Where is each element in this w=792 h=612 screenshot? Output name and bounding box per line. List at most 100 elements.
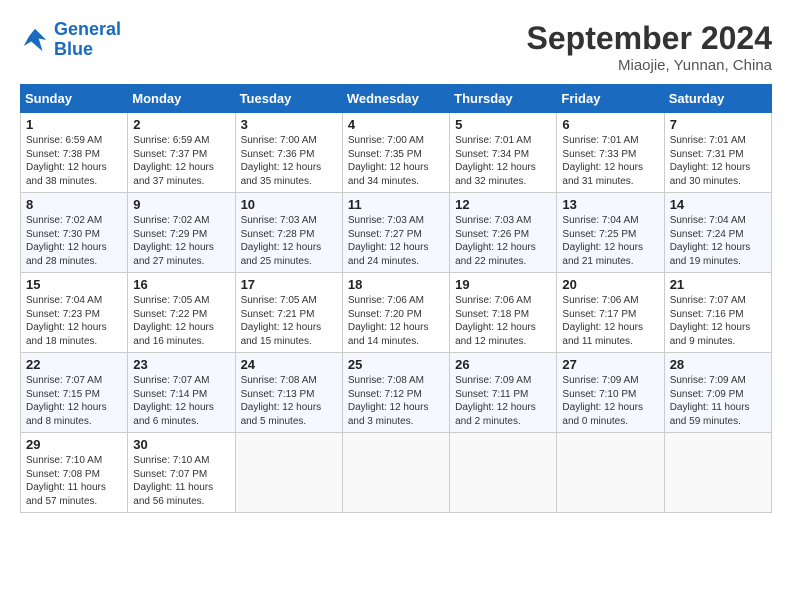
day-info: Sunrise: 7:04 AMSunset: 7:24 PMDaylight:… — [670, 214, 766, 268]
day-number: 10 — [241, 197, 337, 212]
calendar-cell: 2 Sunrise: 6:59 AMSunset: 7:37 PMDaylight… — [128, 113, 235, 193]
day-info: Sunrise: 7:06 AMSunset: 7:20 PMDaylight:… — [348, 294, 444, 348]
day-number: 8 — [26, 197, 122, 212]
location-subtitle: Miaojie, Yunnan, China — [527, 57, 772, 74]
weekday-header-monday: Monday — [128, 85, 235, 113]
day-number: 29 — [26, 437, 122, 452]
day-info: Sunrise: 7:01 AMSunset: 7:33 PMDaylight:… — [562, 134, 658, 188]
calendar-cell: 11 Sunrise: 7:03 AMSunset: 7:27 PMDayligh… — [342, 193, 449, 273]
calendar-cell — [235, 433, 342, 513]
day-info: Sunrise: 7:03 AMSunset: 7:26 PMDaylight:… — [455, 214, 551, 268]
day-number: 21 — [670, 277, 766, 292]
day-info: Sunrise: 7:03 AMSunset: 7:28 PMDaylight:… — [241, 214, 337, 268]
day-number: 30 — [133, 437, 229, 452]
calendar-cell: 18 Sunrise: 7:06 AMSunset: 7:20 PMDayligh… — [342, 273, 449, 353]
calendar-cell — [557, 433, 664, 513]
day-number: 18 — [348, 277, 444, 292]
calendar-cell — [664, 433, 771, 513]
day-info: Sunrise: 6:59 AMSunset: 7:37 PMDaylight:… — [133, 134, 229, 188]
day-info: Sunrise: 7:10 AMSunset: 7:07 PMDaylight:… — [133, 454, 229, 508]
day-number: 13 — [562, 197, 658, 212]
day-number: 4 — [348, 117, 444, 132]
day-info: Sunrise: 7:01 AMSunset: 7:34 PMDaylight:… — [455, 134, 551, 188]
calendar-cell: 14 Sunrise: 7:04 AMSunset: 7:24 PMDayligh… — [664, 193, 771, 273]
weekday-header-row: SundayMondayTuesdayWednesdayThursdayFrid… — [21, 85, 772, 113]
day-number: 1 — [26, 117, 122, 132]
day-info: Sunrise: 7:09 AMSunset: 7:11 PMDaylight:… — [455, 374, 551, 428]
calendar-cell: 4 Sunrise: 7:00 AMSunset: 7:35 PMDaylight… — [342, 113, 449, 193]
day-info: Sunrise: 7:02 AMSunset: 7:30 PMDaylight:… — [26, 214, 122, 268]
calendar-cell: 12 Sunrise: 7:03 AMSunset: 7:26 PMDayligh… — [450, 193, 557, 273]
calendar-cell: 25 Sunrise: 7:08 AMSunset: 7:12 PMDayligh… — [342, 353, 449, 433]
day-number: 11 — [348, 197, 444, 212]
calendar-cell: 21 Sunrise: 7:07 AMSunset: 7:16 PMDayligh… — [664, 273, 771, 353]
day-number: 3 — [241, 117, 337, 132]
day-info: Sunrise: 7:04 AMSunset: 7:23 PMDaylight:… — [26, 294, 122, 348]
day-number: 24 — [241, 357, 337, 372]
day-number: 28 — [670, 357, 766, 372]
day-info: Sunrise: 7:06 AMSunset: 7:18 PMDaylight:… — [455, 294, 551, 348]
day-info: Sunrise: 7:07 AMSunset: 7:16 PMDaylight:… — [670, 294, 766, 348]
day-info: Sunrise: 7:08 AMSunset: 7:12 PMDaylight:… — [348, 374, 444, 428]
calendar-cell: 8 Sunrise: 7:02 AMSunset: 7:30 PMDaylight… — [21, 193, 128, 273]
weekday-header-saturday: Saturday — [664, 85, 771, 113]
calendar-week-2: 8 Sunrise: 7:02 AMSunset: 7:30 PMDaylight… — [21, 193, 772, 273]
day-number: 6 — [562, 117, 658, 132]
calendar-cell: 29Sunrise: 7:10 AMSunset: 7:08 PMDayligh… — [21, 433, 128, 513]
calendar-cell: 9Sunrise: 7:02 AMSunset: 7:29 PMDaylight… — [128, 193, 235, 273]
day-number: 15 — [26, 277, 122, 292]
calendar-cell: 22Sunrise: 7:07 AMSunset: 7:15 PMDayligh… — [21, 353, 128, 433]
day-info: Sunrise: 7:01 AMSunset: 7:31 PMDaylight:… — [670, 134, 766, 188]
calendar-week-5: 29Sunrise: 7:10 AMSunset: 7:08 PMDayligh… — [21, 433, 772, 513]
day-info: Sunrise: 6:59 AMSunset: 7:38 PMDaylight:… — [26, 134, 122, 188]
day-number: 14 — [670, 197, 766, 212]
day-number: 2 — [133, 117, 229, 132]
day-number: 17 — [241, 277, 337, 292]
calendar-cell: 16 Sunrise: 7:05 AMSunset: 7:22 PMDayligh… — [128, 273, 235, 353]
calendar-cell — [342, 433, 449, 513]
calendar-cell: 5Sunrise: 7:01 AMSunset: 7:34 PMDaylight… — [450, 113, 557, 193]
weekday-header-friday: Friday — [557, 85, 664, 113]
calendar-cell: 24Sunrise: 7:08 AMSunset: 7:13 PMDayligh… — [235, 353, 342, 433]
weekday-header-sunday: Sunday — [21, 85, 128, 113]
day-info: Sunrise: 7:09 AMSunset: 7:10 PMDaylight:… — [562, 374, 658, 428]
day-number: 9 — [133, 197, 229, 212]
month-title: September 2024 — [527, 20, 772, 57]
day-info: Sunrise: 7:00 AMSunset: 7:35 PMDaylight:… — [348, 134, 444, 188]
calendar-cell: 20Sunrise: 7:06 AMSunset: 7:17 PMDayligh… — [557, 273, 664, 353]
calendar-cell: 17 Sunrise: 7:05 AMSunset: 7:21 PMDayligh… — [235, 273, 342, 353]
day-info: Sunrise: 7:00 AMSunset: 7:36 PMDaylight:… — [241, 134, 337, 188]
calendar-cell — [450, 433, 557, 513]
title-block: September 2024 Miaojie, Yunnan, China — [527, 20, 772, 74]
calendar-cell: 10 Sunrise: 7:03 AMSunset: 7:28 PMDayligh… — [235, 193, 342, 273]
day-number: 19 — [455, 277, 551, 292]
day-info: Sunrise: 7:03 AMSunset: 7:27 PMDaylight:… — [348, 214, 444, 268]
calendar-cell: 1 Sunrise: 6:59 AMSunset: 7:38 PMDaylight… — [21, 113, 128, 193]
day-info: Sunrise: 7:05 AMSunset: 7:21 PMDaylight:… — [241, 294, 337, 348]
day-number: 22 — [26, 357, 122, 372]
day-number: 7 — [670, 117, 766, 132]
day-number: 12 — [455, 197, 551, 212]
day-number: 23 — [133, 357, 229, 372]
calendar-cell: 27Sunrise: 7:09 AMSunset: 7:10 PMDayligh… — [557, 353, 664, 433]
calendar-week-3: 15 Sunrise: 7:04 AMSunset: 7:23 PMDayligh… — [21, 273, 772, 353]
calendar-cell: 19 Sunrise: 7:06 AMSunset: 7:18 PMDayligh… — [450, 273, 557, 353]
day-info: Sunrise: 7:09 AMSunset: 7:09 PMDaylight:… — [670, 374, 766, 428]
calendar-cell: 6 Sunrise: 7:01 AMSunset: 7:33 PMDaylight… — [557, 113, 664, 193]
calendar-cell: 23Sunrise: 7:07 AMSunset: 7:14 PMDayligh… — [128, 353, 235, 433]
logo-text: General Blue — [54, 20, 121, 60]
calendar-cell: 28 Sunrise: 7:09 AMSunset: 7:09 PMDayligh… — [664, 353, 771, 433]
day-number: 20 — [562, 277, 658, 292]
day-number: 16 — [133, 277, 229, 292]
page-header: General Blue September 2024 Miaojie, Yun… — [20, 20, 772, 74]
day-number: 26 — [455, 357, 551, 372]
calendar-cell: 15 Sunrise: 7:04 AMSunset: 7:23 PMDayligh… — [21, 273, 128, 353]
weekday-header-tuesday: Tuesday — [235, 85, 342, 113]
logo: General Blue — [20, 20, 121, 60]
calendar-week-1: 1 Sunrise: 6:59 AMSunset: 7:38 PMDaylight… — [21, 113, 772, 193]
day-info: Sunrise: 7:05 AMSunset: 7:22 PMDaylight:… — [133, 294, 229, 348]
weekday-header-thursday: Thursday — [450, 85, 557, 113]
calendar-week-4: 22Sunrise: 7:07 AMSunset: 7:15 PMDayligh… — [21, 353, 772, 433]
day-info: Sunrise: 7:04 AMSunset: 7:25 PMDaylight:… — [562, 214, 658, 268]
day-number: 25 — [348, 357, 444, 372]
